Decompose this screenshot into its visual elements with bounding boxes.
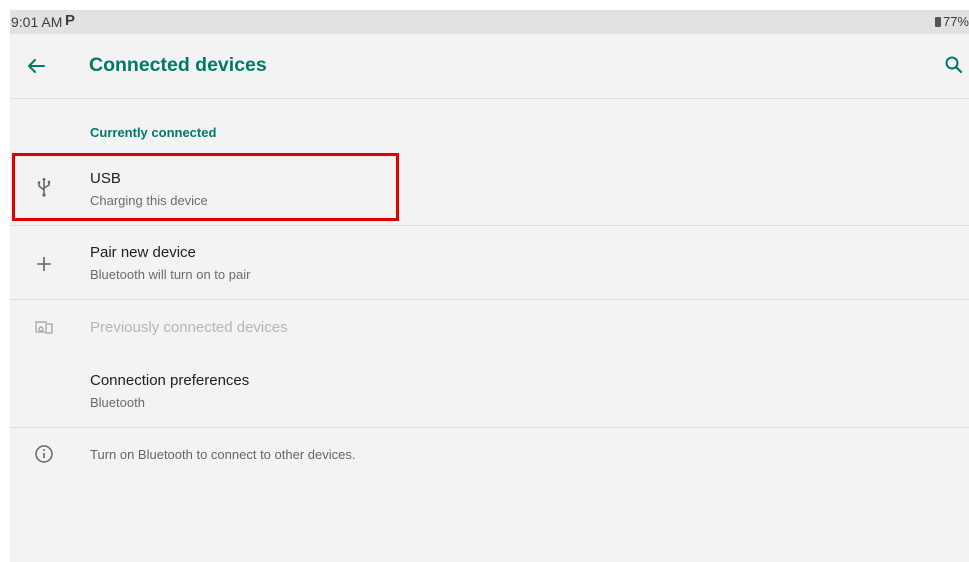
settings-screen: 9:01 AM P 77% Connected devices Currentl…	[10, 10, 969, 562]
pair-new-device-item[interactable]: Pair new device Bluetooth will turn on t…	[10, 226, 969, 298]
back-button[interactable]	[22, 52, 54, 80]
connection-preferences-title: Connection preferences	[90, 372, 250, 389]
notification-icon: P	[65, 12, 76, 29]
connection-preferences-item[interactable]: Connection preferences Bluetooth	[10, 355, 969, 427]
currently-connected-header: Currently connected	[90, 125, 217, 140]
pair-new-device-summary: Bluetooth will turn on to pair	[90, 267, 251, 282]
devices-icon	[32, 315, 56, 339]
battery-level: 77%	[942, 14, 969, 29]
status-bar: 9:01 AM P 77%	[10, 10, 969, 34]
battery-icon	[934, 16, 941, 27]
info-icon	[32, 442, 56, 466]
arrow-back-icon	[28, 59, 45, 73]
search-button[interactable]	[941, 50, 967, 80]
page-title: Connected devices	[89, 54, 267, 76]
highlight-box	[12, 153, 399, 221]
plus-icon	[32, 252, 56, 276]
battery-indicator: 77%	[934, 14, 969, 29]
footer-text: Turn on Bluetooth to connect to other de…	[90, 447, 356, 462]
pair-new-device-title: Pair new device	[90, 244, 196, 261]
connection-preferences-summary: Bluetooth	[90, 395, 145, 410]
previously-connected-title: Previously connected devices	[90, 319, 288, 336]
search-icon	[945, 56, 963, 74]
status-time: 9:01 AM	[11, 14, 63, 30]
divider	[10, 427, 969, 428]
previously-connected-item[interactable]: Previously connected devices	[10, 300, 969, 352]
app-bar: Connected devices	[10, 34, 969, 99]
